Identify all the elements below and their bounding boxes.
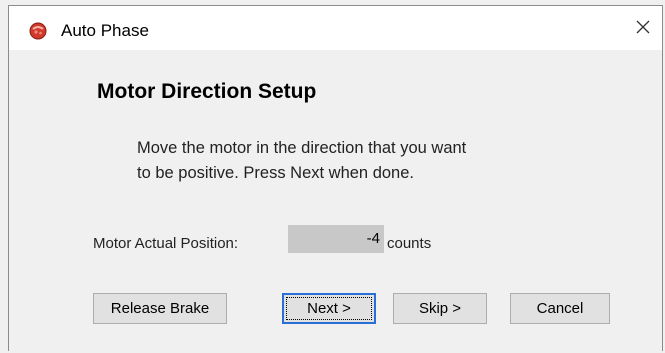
app-logo-icon xyxy=(29,22,47,40)
close-button[interactable] xyxy=(630,16,656,42)
instructions-line-1: Move the motor in the direction that you… xyxy=(137,139,467,157)
title-bar: Auto Phase xyxy=(9,6,662,50)
release-brake-button[interactable]: Release Brake xyxy=(93,293,227,324)
instructions-text: Move the motor in the direction that you… xyxy=(137,136,557,186)
skip-button[interactable]: Skip > xyxy=(393,293,487,324)
next-button[interactable]: Next > xyxy=(282,293,376,324)
instructions-line-2: to be positive. Press Next when done. xyxy=(137,164,414,182)
cancel-button[interactable]: Cancel xyxy=(510,293,610,324)
motor-position-label: Motor Actual Position: xyxy=(93,235,239,252)
auto-phase-dialog: Auto Phase Motor Direction Setup Move th… xyxy=(8,5,663,351)
close-icon xyxy=(635,19,651,40)
window-title: Auto Phase xyxy=(61,21,149,40)
page-heading: Motor Direction Setup xyxy=(97,80,317,103)
motor-position-value: -4 xyxy=(288,225,384,253)
motor-position-unit: counts xyxy=(387,235,432,252)
